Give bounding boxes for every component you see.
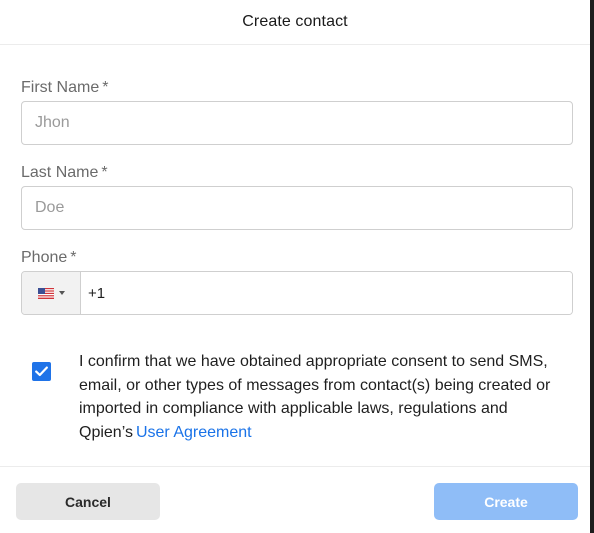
- footer-divider: [0, 466, 590, 467]
- user-agreement-link[interactable]: User Agreement: [136, 424, 252, 441]
- last-name-required-mark: *: [101, 164, 108, 181]
- first-name-label-text: First Name: [21, 79, 100, 96]
- country-code-select[interactable]: [22, 272, 81, 314]
- window-edge: [590, 0, 594, 533]
- create-contact-dialog: Create contact First Name* Last Name* Ph…: [0, 0, 594, 533]
- consent-checkbox[interactable]: [32, 362, 51, 381]
- dialog-title: Create contact: [242, 13, 348, 30]
- checkmark-icon: [35, 366, 48, 377]
- last-name-input[interactable]: [21, 186, 573, 230]
- us-flag-icon: [37, 287, 54, 299]
- phone-label: Phone *: [21, 249, 77, 267]
- phone-label-text: Phone: [21, 249, 68, 266]
- phone-required-mark: *: [70, 249, 77, 266]
- first-name-input[interactable]: [21, 101, 573, 145]
- phone-input[interactable]: [81, 272, 572, 314]
- chevron-down-icon: [58, 291, 65, 295]
- dialog-header: Create contact: [0, 0, 590, 45]
- consent-text: I confirm that we have obtained appropri…: [79, 350, 569, 444]
- create-button[interactable]: Create: [434, 483, 578, 520]
- first-name-required-mark: *: [102, 79, 109, 96]
- last-name-label-text: Last Name: [21, 164, 99, 181]
- first-name-label: First Name *: [21, 79, 108, 97]
- cancel-button[interactable]: Cancel: [16, 483, 160, 520]
- phone-field: [21, 271, 573, 315]
- last-name-label: Last Name *: [21, 164, 108, 182]
